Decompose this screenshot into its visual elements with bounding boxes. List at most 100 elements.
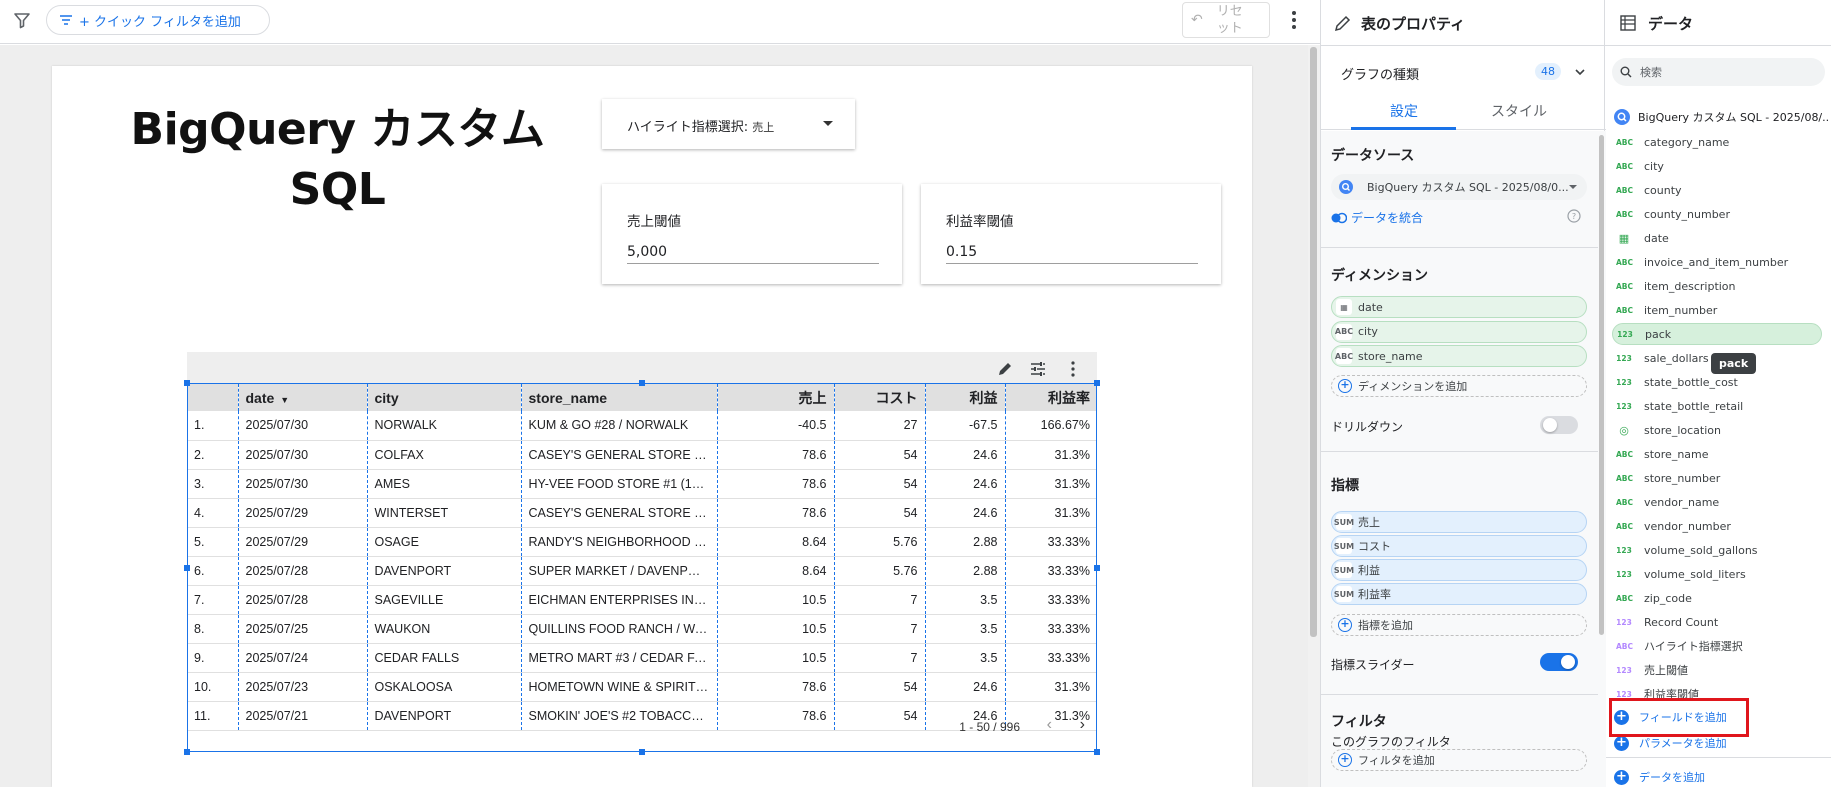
add-dimension-button[interactable]: + ディメンションを追加 (1331, 375, 1587, 397)
field-item[interactable]: ABC item_description (1612, 275, 1822, 297)
text-type-icon: ABC (1616, 473, 1634, 483)
metric-chip[interactable]: SUM 利益 (1331, 559, 1587, 581)
field-item[interactable]: ABC vendor_number (1612, 515, 1822, 537)
metric-chip[interactable]: SUM 利益率 (1331, 583, 1587, 605)
field-item[interactable]: ◎ store_location (1612, 419, 1822, 441)
column-header[interactable]: city (367, 384, 522, 411)
filter-icon[interactable] (12, 10, 32, 30)
prev-page-icon[interactable]: ‹ (1047, 716, 1052, 734)
field-item[interactable]: 123 pack (1612, 323, 1822, 345)
aggregation-badge[interactable]: SUM (1334, 514, 1354, 530)
field-item[interactable]: 123 volume_sold_gallons (1612, 539, 1822, 561)
field-item[interactable]: 123 state_bottle_retail (1612, 395, 1822, 417)
edit-pencil-icon[interactable] (995, 359, 1015, 379)
highlight-metric-select[interactable]: ハイライト指標選択: 売上 (602, 99, 855, 149)
field-item[interactable]: ABC invoice_and_item_number (1612, 251, 1822, 273)
add-quick-filter-button[interactable]: + クイック フィルタを追加 (46, 5, 270, 35)
metric-chip[interactable]: SUM 売上 (1331, 511, 1587, 533)
table-cell: CASEY'S GENERAL STORE # 22... (521, 440, 718, 470)
help-icon[interactable]: ? (1567, 209, 1581, 223)
column-header[interactable]: store_name (521, 384, 718, 411)
tab-style[interactable]: スタイル (1484, 101, 1554, 121)
add-filter-button[interactable]: + フィルタを追加 (1331, 749, 1587, 771)
sort-desc-icon[interactable]: ▼ (280, 395, 289, 405)
column-header[interactable]: 利益率 (1005, 384, 1097, 411)
field-item[interactable]: ABC ハイライト指標選択 (1612, 635, 1822, 657)
field-item[interactable]: ABC county (1612, 179, 1822, 201)
field-item[interactable]: ABC item_number (1612, 299, 1822, 321)
sales-threshold-input[interactable] (627, 236, 879, 264)
field-item[interactable]: ABC category_name (1612, 131, 1822, 153)
chart-type-selector[interactable]: グラフの種類 48 (1321, 55, 1606, 89)
table-row[interactable]: 5. 2025/07/29 OSAGE RANDY'S NEIGHBORHOOD MA… (187, 527, 1097, 557)
add-data-button[interactable]: + データを追加 (1614, 769, 1705, 785)
add-circle-icon: + (1614, 769, 1629, 785)
column-header[interactable]: コスト (834, 384, 926, 411)
tune-sliders-icon[interactable] (1028, 359, 1048, 379)
resize-handle-tl[interactable] (184, 380, 190, 386)
more-vert-icon[interactable] (1284, 8, 1304, 32)
aggregation-badge[interactable]: SUM (1334, 538, 1354, 554)
field-name: state_bottle_cost (1644, 375, 1738, 389)
tab-setup[interactable]: 設定 (1369, 101, 1439, 121)
field-item[interactable]: 123 volume_sold_liters (1612, 563, 1822, 585)
table-row[interactable]: 9. 2025/07/24 CEDAR FALLS METRO MART #3 / C… (187, 643, 1097, 673)
field-item[interactable]: 123 state_bottle_cost (1612, 371, 1822, 393)
table-chart[interactable]: date ▼ city store_name 売上 コスト 利益 利益率 1. 2025/07/… (187, 352, 1097, 752)
field-item[interactable]: 123 売上閾値 (1612, 659, 1822, 681)
blend-data-link[interactable]: データを統合 (1331, 209, 1423, 226)
reset-button[interactable]: ↶ リセット (1182, 2, 1270, 38)
resize-handle-l[interactable] (184, 565, 190, 571)
drilldown-toggle[interactable] (1540, 416, 1578, 434)
table-cell: METRO MART #3 / CEDAR FALLS (521, 643, 718, 673)
resize-handle-r[interactable] (1094, 565, 1100, 571)
globe-icon: ◎ (1619, 423, 1629, 437)
chart-more-vert-icon[interactable] (1063, 359, 1083, 379)
table-row[interactable]: 4. 2025/07/29 WINTERSET CASEY'S GENERAL STO… (187, 498, 1097, 528)
aggregation-badge[interactable]: SUM (1334, 562, 1354, 578)
resize-handle-tr[interactable] (1094, 380, 1100, 386)
table-row[interactable]: 8. 2025/07/25 WAUKON QUILLINS FOOD RANCH / … (187, 614, 1097, 644)
resize-handle-b[interactable] (639, 749, 645, 755)
field-search-input[interactable]: 検索 (1612, 58, 1825, 86)
dimension-chip[interactable]: ABC store_name (1331, 345, 1587, 367)
report-title[interactable]: BigQuery カスタム SQL (120, 100, 555, 220)
field-item[interactable]: ABC store_number (1612, 467, 1822, 489)
add-circle-icon: + (1338, 379, 1352, 393)
add-parameter-button[interactable]: + パラメータを追加 (1614, 735, 1727, 751)
data-source-row[interactable]: BigQuery カスタム SQL - 2025/08/... (1614, 106, 1829, 128)
field-item[interactable]: ABC zip_code (1612, 587, 1822, 609)
resize-handle-t[interactable] (639, 380, 645, 386)
field-item[interactable]: ABC store_name (1612, 443, 1822, 465)
chevron-down-icon[interactable] (1573, 65, 1587, 79)
properties-scrollbar-thumb[interactable] (1599, 135, 1604, 635)
metric-chip[interactable]: SUM コスト (1331, 535, 1587, 557)
profit-rate-threshold-input[interactable] (946, 236, 1198, 264)
table-cell: 78.6 (717, 469, 835, 499)
column-header[interactable]: 利益 (925, 384, 1006, 411)
table-row[interactable]: 3. 2025/07/30 AMES HY-VEE FOOD STORE #1 (10… (187, 469, 1097, 499)
add-metric-button[interactable]: + 指標を追加 (1331, 614, 1587, 636)
resize-handle-br[interactable] (1094, 749, 1100, 755)
table-row[interactable]: 1. 2025/07/30 NORWALK KUM & GO #28 / NORWAL… (187, 411, 1097, 441)
add-circle-icon: + (1614, 735, 1629, 751)
dimension-chip[interactable]: ABC city (1331, 320, 1587, 343)
canvas-scrollbar-thumb[interactable] (1310, 47, 1317, 637)
aggregation-badge[interactable]: SUM (1334, 586, 1354, 602)
column-header[interactable]: date ▼ (238, 384, 368, 411)
next-page-icon[interactable]: › (1080, 716, 1085, 734)
field-item[interactable]: ABC vendor_name (1612, 491, 1822, 513)
table-row[interactable]: 2. 2025/07/30 COLFAX CASEY'S GENERAL STORE … (187, 440, 1097, 470)
field-item[interactable]: 123 Record Count (1612, 611, 1822, 633)
datasource-selector[interactable]: BigQuery カスタム SQL - 2025/08/0... (1331, 174, 1587, 200)
dimension-chip[interactable]: ▦ date (1331, 296, 1587, 318)
resize-handle-bl[interactable] (184, 749, 190, 755)
column-header[interactable]: 売上 (717, 384, 835, 411)
field-item[interactable]: ▦ date (1612, 227, 1822, 249)
table-row[interactable]: 10. 2025/07/23 OSKALOOSA HOMETOWN WINE & SP… (187, 672, 1097, 702)
metric-slider-toggle[interactable] (1540, 653, 1578, 671)
table-row[interactable]: 7. 2025/07/28 SAGEVILLE EICHMAN ENTERPRISES… (187, 585, 1097, 615)
field-item[interactable]: ABC city (1612, 155, 1822, 177)
table-row[interactable]: 6. 2025/07/28 DAVENPORT SUPER MARKET / DAVE… (187, 556, 1097, 586)
field-item[interactable]: ABC county_number (1612, 203, 1822, 225)
